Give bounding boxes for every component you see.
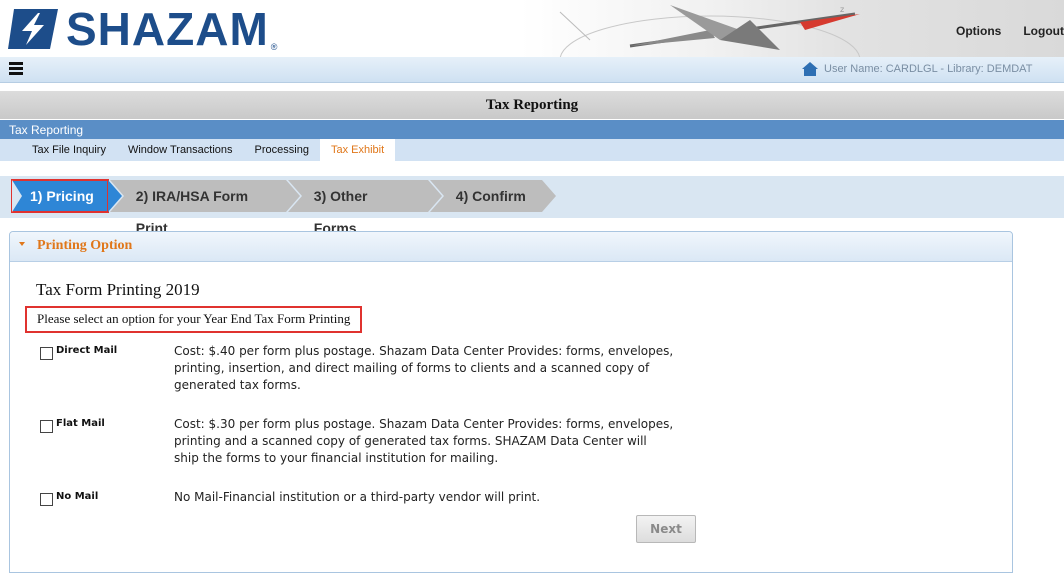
section-title: Tax Form Printing 2019 xyxy=(36,280,200,299)
user-info: User Name: CARDLGL - Library: DEMDAT xyxy=(802,62,1032,76)
wizard-steps: 1) Pricing 2) IRA/HSA Form Print 3) Othe… xyxy=(11,179,556,236)
printing-option-panel: Printing Option Tax Form Printing 2019 P… xyxy=(9,231,1013,573)
step-ira-hsa-form-print[interactable]: 2) IRA/HSA Form Print xyxy=(109,180,300,236)
logo-text: SHAZAM xyxy=(66,3,269,55)
tab-tax-exhibit[interactable]: Tax Exhibit xyxy=(319,139,396,161)
option-label: No Mail xyxy=(56,491,99,502)
module-title: Tax Reporting xyxy=(9,123,84,137)
step-pricing[interactable]: 1) Pricing xyxy=(11,179,122,213)
header-links: Options Logout xyxy=(956,24,1064,38)
tab-window-transactions[interactable]: Window Transactions xyxy=(117,139,244,161)
direct-mail-checkbox[interactable] xyxy=(40,347,53,360)
step-confirm[interactable]: 4) Confirm xyxy=(429,180,556,212)
options-link[interactable]: Options xyxy=(956,24,1001,38)
option-label: Flat Mail xyxy=(56,418,105,429)
home-icon[interactable] xyxy=(802,62,818,76)
flat-mail-checkbox[interactable] xyxy=(40,420,53,433)
step-other-forms[interactable]: 3) Other Forms xyxy=(287,180,442,236)
page-title: Tax Reporting xyxy=(0,91,1064,119)
logout-link[interactable]: Logout xyxy=(1023,24,1064,38)
tab-processing[interactable]: Processing xyxy=(244,139,320,161)
wizard-steps-bar: 1) Pricing 2) IRA/HSA Form Print 3) Othe… xyxy=(0,176,1064,236)
option-description: No Mail-Financial institution or a third… xyxy=(174,490,541,504)
shazam-bolt-icon xyxy=(8,9,58,49)
app-header: SHAZAM ® z Options Logout xyxy=(0,0,1064,57)
svg-text:z: z xyxy=(840,5,844,14)
module-nav: Tax Reporting Tax File Inquiry Window Tr… xyxy=(0,120,1064,161)
registered-mark: ® xyxy=(270,42,278,52)
option-label: Direct Mail xyxy=(56,345,118,356)
option-description: Cost: $.40 per form plus postage. Shazam… xyxy=(174,344,674,392)
tab-tax-file-inquiry[interactable]: Tax File Inquiry xyxy=(0,139,117,161)
user-bar: User Name: CARDLGL - Library: DEMDAT xyxy=(0,57,1064,83)
selection-prompt: Please select an option for your Year En… xyxy=(25,306,363,333)
hamburger-menu-icon[interactable] xyxy=(9,62,23,76)
compass-image: z xyxy=(559,5,861,57)
module-tabs: Tax File Inquiry Window Transactions Pro… xyxy=(0,139,1064,161)
next-button[interactable]: Next xyxy=(636,515,696,543)
option-description: Cost: $.30 per form plus postage. Shazam… xyxy=(174,417,674,465)
user-info-text: User Name: CARDLGL - Library: DEMDAT xyxy=(824,63,1033,75)
panel-title: Printing Option xyxy=(37,238,133,253)
shazam-logo[interactable]: SHAZAM ® xyxy=(8,4,277,54)
no-mail-checkbox[interactable] xyxy=(40,493,53,506)
collapse-caret-icon[interactable] xyxy=(19,242,25,246)
panel-header[interactable]: Printing Option xyxy=(10,232,1012,262)
